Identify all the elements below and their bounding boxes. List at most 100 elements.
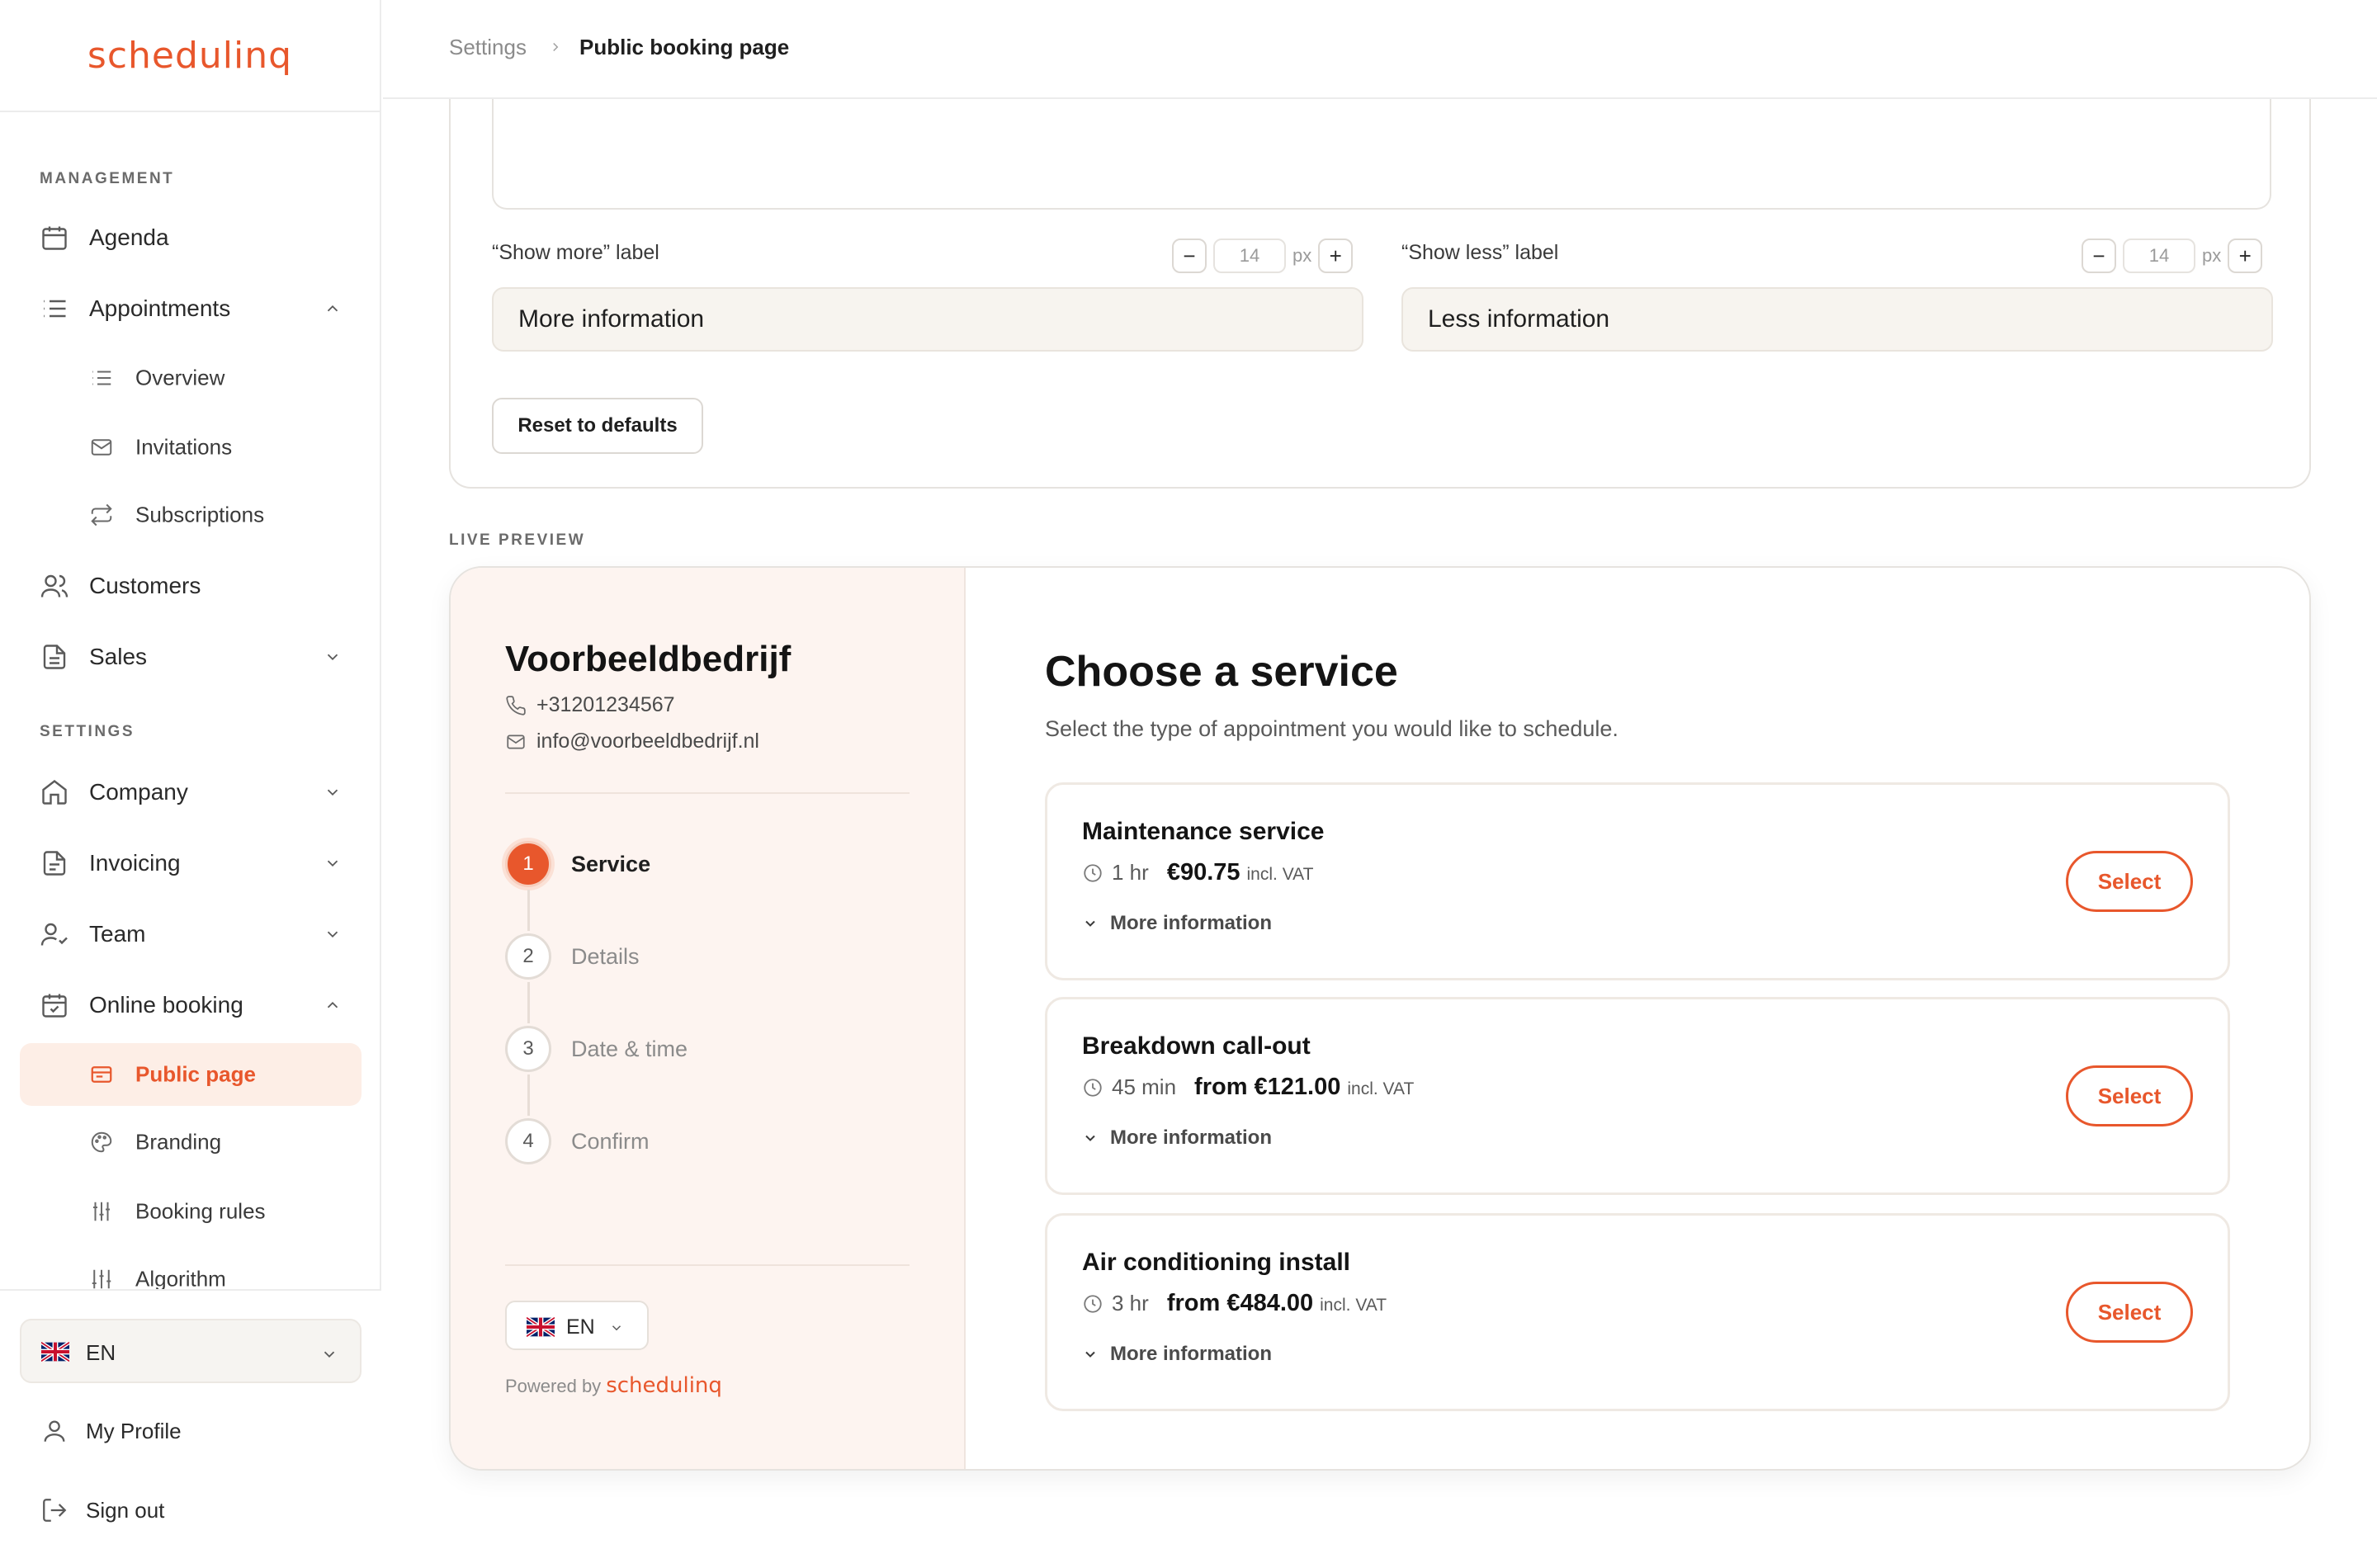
chevron-up-icon[interactable] — [324, 300, 342, 318]
clock-icon — [1084, 1294, 1102, 1313]
logout-icon — [38, 1494, 71, 1527]
step-number: 4 — [505, 1118, 551, 1164]
show-less-input[interactable]: Less information — [1401, 287, 2273, 352]
service-name: Maintenance service — [1082, 818, 1325, 845]
service-duration: 45 min — [1112, 1074, 1177, 1099]
sidebar-item-online-booking[interactable]: Online booking — [20, 974, 362, 1037]
step-number: 1 — [505, 841, 551, 887]
user-check-icon — [38, 918, 71, 951]
preview-title: Choose a service — [1045, 648, 1398, 696]
sidebar-item-appointments[interactable]: Appointments — [20, 277, 362, 340]
service-meta: 45 min from €121.00 incl. VAT — [1082, 1074, 1414, 1101]
live-preview: Voorbeeldbedrijf +31201234567 info@voorb… — [449, 566, 2311, 1471]
service-price: from €121.00 — [1194, 1074, 1341, 1100]
mail-icon — [507, 734, 525, 749]
decrease-button[interactable]: − — [2082, 239, 2116, 273]
step-details: 2 Details — [505, 933, 640, 980]
top-header: Settings Public booking page — [383, 0, 2377, 99]
list-icon — [87, 364, 116, 392]
sidebar-item-agenda[interactable]: Agenda — [20, 206, 362, 269]
section-label-settings: SETTINGS — [40, 723, 135, 740]
sidebar-subitem-overview[interactable]: Overview — [20, 347, 362, 409]
label-settings-card: “Show more” label − 14 px + More informa… — [449, 50, 2311, 489]
sign-out-label: Sign out — [86, 1497, 165, 1523]
chevron-down-icon[interactable] — [324, 783, 342, 801]
font-size-value[interactable]: 14 — [1213, 239, 1286, 273]
service-meta: 3 hr from €484.00 incl. VAT — [1082, 1290, 1387, 1317]
select-service-button[interactable]: Select — [2066, 851, 2193, 912]
my-profile-label: My Profile — [86, 1418, 182, 1443]
step-date-time: 3 Date & time — [505, 1025, 688, 1073]
decrease-button[interactable]: − — [1172, 239, 1207, 273]
more-information-label: More information — [1110, 1126, 1272, 1149]
increase-button[interactable]: + — [2228, 239, 2263, 273]
sidebar-item-label: Public page — [135, 1061, 256, 1087]
sidebar-item-label: Appointments — [89, 295, 231, 321]
sidebar-item-label: Online booking — [89, 992, 243, 1018]
breadcrumb-settings[interactable]: Settings — [449, 35, 527, 60]
sidebar-item-invoicing[interactable]: Invoicing — [20, 832, 362, 895]
chevron-down-icon[interactable] — [324, 854, 342, 872]
chevron-down-icon — [1085, 1135, 1095, 1141]
select-service-button[interactable]: Select — [2066, 1065, 2193, 1126]
increase-button[interactable]: + — [1318, 239, 1354, 273]
service-card[interactable]: Breakdown call-out 45 min from €121.00 i… — [1045, 997, 2230, 1195]
service-card[interactable]: Air conditioning install 3 hr from €484.… — [1045, 1213, 2230, 1411]
powered-by-logo[interactable]: schedulinq — [606, 1373, 722, 1398]
clock-icon — [1084, 863, 1102, 882]
language-value: EN — [86, 1340, 116, 1365]
sidebar-item-team[interactable]: Team — [20, 903, 362, 966]
step-label: Service — [571, 851, 651, 876]
reset-defaults-button[interactable]: Reset to defaults — [492, 398, 703, 454]
chevron-down-icon[interactable] — [324, 648, 342, 666]
sidebar-subitem-invitations[interactable]: Invitations — [20, 416, 362, 479]
users-icon — [38, 569, 71, 602]
calendar-icon — [38, 221, 71, 254]
sidebar-subitem-public-page[interactable]: Public page — [20, 1043, 362, 1106]
breadcrumb-current: Public booking page — [579, 35, 790, 59]
sidebar-item-company[interactable]: Company — [20, 761, 362, 824]
phone-text: +31201234567 — [536, 693, 675, 716]
font-size-value[interactable]: 14 — [2123, 239, 2195, 273]
service-name: Breakdown call-out — [1082, 1032, 1311, 1060]
sign-out-link[interactable]: Sign out — [20, 1479, 362, 1542]
divider — [505, 1264, 910, 1266]
select-service-button[interactable]: Select — [2066, 1282, 2193, 1343]
chevron-up-icon[interactable] — [324, 996, 342, 1014]
preview-main: Choose a service Select the type of appo… — [966, 568, 2309, 1469]
service-meta: 1 hr €90.75 incl. VAT — [1082, 859, 1313, 886]
more-information-toggle[interactable]: More information — [1082, 1343, 1272, 1366]
sidebar-item-label: Overview — [135, 365, 225, 390]
step-confirm: 4 Confirm — [505, 1117, 650, 1165]
invoice-icon — [38, 847, 71, 880]
show-less-label: “Show less” label — [1401, 241, 1559, 264]
more-information-toggle[interactable]: More information — [1082, 912, 1272, 935]
logo[interactable]: schedulinq — [87, 35, 292, 77]
language-select[interactable]: EN — [20, 1319, 362, 1383]
service-vat: incl. VAT — [1246, 865, 1314, 884]
chevron-down-icon — [320, 1345, 338, 1363]
powered-by-text: Powered by — [505, 1376, 602, 1396]
my-profile-link[interactable]: My Profile — [20, 1400, 362, 1462]
sidebar-item-sales[interactable]: Sales — [20, 626, 362, 688]
service-card[interactable]: Maintenance service 1 hr €90.75 incl. VA… — [1045, 782, 2230, 980]
sidebar-subitem-branding[interactable]: Branding — [20, 1111, 362, 1174]
chevron-down-icon[interactable] — [324, 925, 342, 943]
sidebar-subitem-booking-rules[interactable]: Booking rules — [20, 1180, 362, 1243]
more-information-toggle[interactable]: More information — [1082, 1126, 1272, 1150]
step-number: 3 — [505, 1026, 551, 1072]
preview-language-select[interactable]: EN — [505, 1301, 649, 1350]
company-email: info@voorbeeldbedrijf.nl — [505, 730, 759, 753]
sidebar-item-label: Company — [89, 779, 188, 805]
company-phone: +31201234567 — [505, 693, 675, 717]
sidebar-subitem-subscriptions[interactable]: Subscriptions — [20, 484, 362, 546]
chevron-down-icon — [609, 1320, 624, 1335]
sidebar-item-customers[interactable]: Customers — [20, 555, 362, 617]
unit-label: px — [2202, 245, 2222, 266]
service-duration: 3 hr — [1112, 1291, 1149, 1315]
show-less-font-stepper: − 14 px + — [2082, 238, 2263, 274]
show-more-input[interactable]: More information — [492, 287, 1363, 352]
sidebar: schedulinq MANAGEMENT Agenda Appointment… — [0, 0, 381, 1568]
step-label: Details — [571, 943, 640, 969]
home-icon — [38, 776, 71, 809]
